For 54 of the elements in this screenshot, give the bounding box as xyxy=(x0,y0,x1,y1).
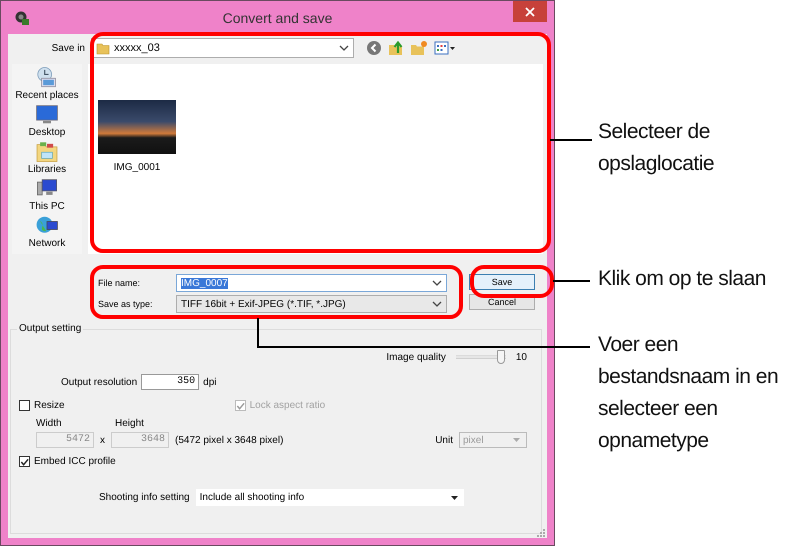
save-button[interactable]: Save xyxy=(469,274,535,290)
place-label[interactable]: Desktop xyxy=(28,127,66,138)
output-resolution-label: Output resolution xyxy=(61,376,138,388)
place-label[interactable]: This PC xyxy=(29,201,65,212)
embed-icc-checkbox[interactable] xyxy=(19,456,30,467)
library-folder-icon[interactable] xyxy=(34,140,59,163)
chevron-down-icon[interactable] xyxy=(432,301,442,307)
resolution-field[interactable]: 350 xyxy=(141,374,200,390)
callout-text: Selecteer de opslaglocatie xyxy=(598,119,716,177)
callout-text: Klik om op te slaan xyxy=(598,266,767,292)
resize-label: Resize xyxy=(34,400,65,411)
shooting-info-dropdown[interactable]: Include all shooting info xyxy=(196,489,464,506)
callout-text: Voer een bestandsnaam in en selecteer een opnametype xyxy=(598,332,780,454)
quality-value: 10 xyxy=(516,352,527,362)
resize-grip-icon[interactable] xyxy=(537,529,545,537)
shooting-info-label: Shooting info setting xyxy=(99,492,190,503)
unit-label: Unit xyxy=(435,434,453,446)
dropdown-arrow-icon[interactable] xyxy=(450,496,458,500)
back-icon[interactable] xyxy=(366,40,382,56)
view-menu-icon[interactable] xyxy=(434,40,456,56)
app-icon xyxy=(15,11,29,25)
place-label[interactable]: Network xyxy=(28,238,66,249)
monitor-icon[interactable] xyxy=(35,103,59,126)
save-in-label: Save in xyxy=(50,42,86,54)
window-title: Convert and save xyxy=(222,10,334,26)
embed-icc-label: Embed ICC profile xyxy=(34,456,116,467)
leader-line xyxy=(553,280,590,282)
file-name-label: File name: xyxy=(98,278,142,288)
group-title: Output setting xyxy=(17,323,84,334)
photo-placeholder[interactable] xyxy=(98,100,176,154)
close-icon[interactable] xyxy=(525,6,535,16)
resize-checkbox[interactable] xyxy=(19,400,30,411)
place-label[interactable]: Libraries xyxy=(28,164,66,175)
folder-icon xyxy=(96,41,110,55)
lock-aspect-label: Lock aspect ratio xyxy=(250,400,326,411)
leader-line xyxy=(550,139,592,141)
save-as-type-label: Save as type: xyxy=(98,299,154,309)
pixel-size-text: (5472 pixel x 3648 pixel) xyxy=(175,434,284,446)
image-quality-label: Image quality xyxy=(386,352,446,362)
chevron-down-icon[interactable] xyxy=(432,280,442,286)
dpi-label: dpi xyxy=(203,376,217,388)
save-as-type-dropdown[interactable]: TIFF 16bit + Exif-JPEG (*.TIF, *.JPG) xyxy=(176,295,447,313)
chevron-down-icon[interactable] xyxy=(339,45,349,51)
close-button[interactable] xyxy=(513,1,547,22)
file-name-field[interactable]: IMG_0007 xyxy=(176,274,447,292)
slider-thumb[interactable] xyxy=(496,350,505,364)
width-label: Width xyxy=(36,418,63,429)
times-sign: x xyxy=(100,434,105,446)
file-name[interactable]: IMG_0001 xyxy=(114,162,160,173)
place-label[interactable]: Recent places xyxy=(15,90,79,101)
height-label: Height xyxy=(115,418,144,429)
recent-places-icon[interactable] xyxy=(35,66,59,89)
up-folder-icon[interactable] xyxy=(388,40,404,56)
save-in-dropdown[interactable]: xxxxx_03 xyxy=(91,38,354,58)
